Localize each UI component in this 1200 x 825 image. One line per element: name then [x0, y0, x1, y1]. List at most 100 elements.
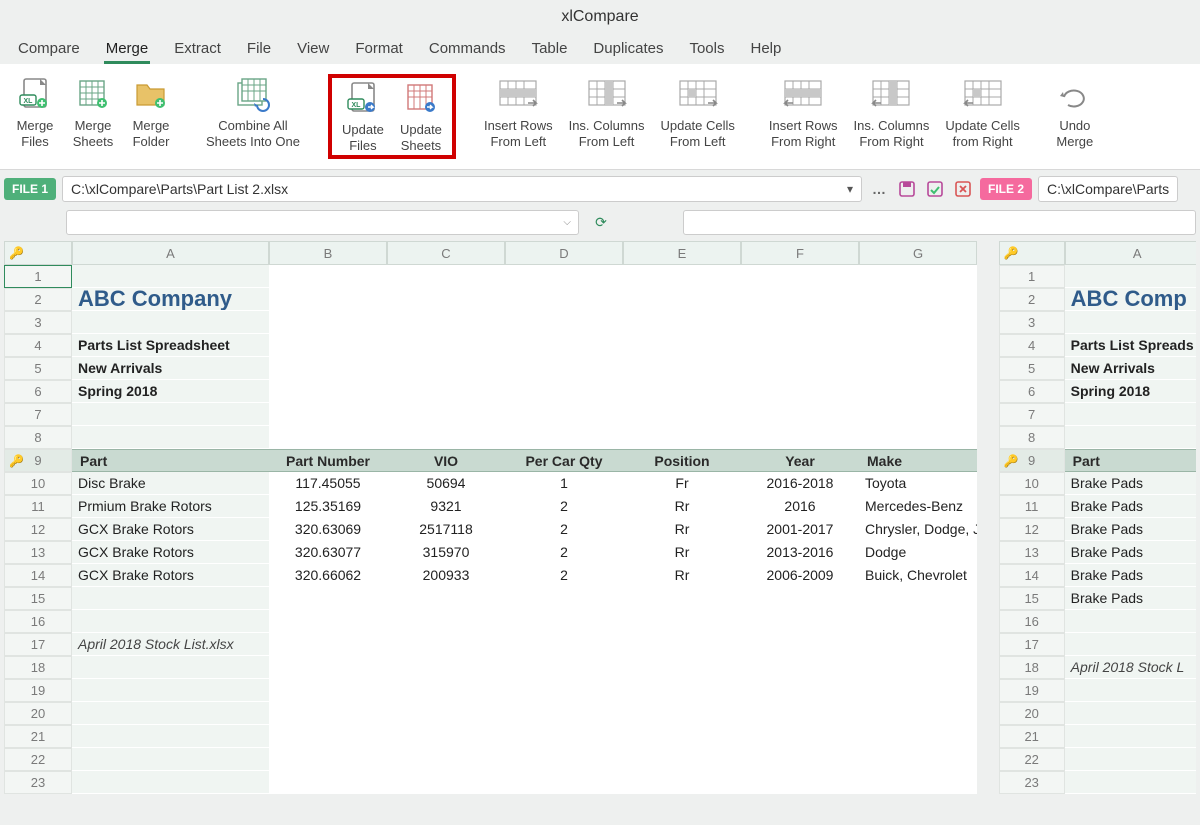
cell[interactable]: Buick, Chevrolet	[859, 564, 977, 587]
cell[interactable]: 2006-2009	[741, 564, 859, 587]
cell[interactable]	[859, 334, 977, 357]
cell[interactable]: Brake Pads	[1065, 587, 1196, 610]
cell[interactable]	[859, 748, 977, 771]
cell[interactable]	[741, 679, 859, 702]
cell[interactable]	[1065, 771, 1196, 794]
cell[interactable]	[859, 679, 977, 702]
row-header[interactable]: 16	[999, 610, 1065, 633]
cell[interactable]	[1065, 679, 1196, 702]
col-header[interactable]: B	[269, 241, 387, 265]
row-header[interactable]: 6	[4, 380, 72, 403]
cell[interactable]: 125.35169	[269, 495, 387, 518]
col-header[interactable]: E	[623, 241, 741, 265]
cell[interactable]	[505, 403, 623, 426]
row-header[interactable]: 4	[4, 334, 72, 357]
cell[interactable]	[269, 679, 387, 702]
cell[interactable]: 2	[505, 541, 623, 564]
ins-cols-left-button[interactable]: Ins. Columns From Left	[563, 74, 651, 151]
cell[interactable]	[623, 656, 741, 679]
cell[interactable]	[859, 610, 977, 633]
cell[interactable]	[623, 380, 741, 403]
cell[interactable]: 1	[505, 472, 623, 495]
cell[interactable]: 50694	[387, 472, 505, 495]
row-header[interactable]: 23	[4, 771, 72, 794]
cell[interactable]	[505, 426, 623, 449]
cell[interactable]: 117.45055	[269, 472, 387, 495]
file2-path[interactable]: C:\xlCompare\Parts	[1038, 176, 1178, 202]
ins-cols-right-button[interactable]: Ins. Columns From Right	[848, 74, 936, 151]
row-header[interactable]: 15	[999, 587, 1065, 610]
cell[interactable]: Brake Pads	[1065, 541, 1196, 564]
menu-view[interactable]: View	[295, 36, 331, 64]
cell[interactable]	[72, 748, 269, 771]
cell[interactable]	[623, 288, 741, 311]
cell[interactable]	[859, 702, 977, 725]
cell[interactable]: April 2018 Stock List.xlsx	[72, 633, 269, 656]
merge-folder-button[interactable]: Merge Folder	[124, 74, 178, 151]
menu-table[interactable]: Table	[530, 36, 570, 64]
cell[interactable]	[1065, 748, 1196, 771]
row-header[interactable]: 4	[999, 334, 1065, 357]
cell[interactable]: April 2018 Stock L	[1065, 656, 1196, 679]
cell[interactable]	[741, 357, 859, 380]
cell[interactable]: New Arrivals	[72, 357, 269, 380]
menu-compare[interactable]: Compare	[16, 36, 82, 64]
cell[interactable]	[741, 633, 859, 656]
undo-merge-button[interactable]: Undo Merge	[1048, 74, 1102, 151]
cell[interactable]	[387, 311, 505, 334]
cell[interactable]: Brake Pads	[1065, 564, 1196, 587]
cell[interactable]	[505, 656, 623, 679]
cell[interactable]	[505, 610, 623, 633]
cell[interactable]: Prmium Brake Rotors	[72, 495, 269, 518]
cell[interactable]	[72, 265, 269, 288]
row-header[interactable]: 18	[999, 656, 1065, 679]
cell[interactable]	[72, 311, 269, 334]
cell[interactable]	[505, 334, 623, 357]
row-header[interactable]: 11	[4, 495, 72, 518]
cell[interactable]	[269, 403, 387, 426]
cell[interactable]: Parts List Spreads	[1065, 334, 1196, 357]
row-header[interactable]: 7	[4, 403, 72, 426]
cell[interactable]	[859, 587, 977, 610]
col-header[interactable]: A	[72, 241, 269, 265]
cell[interactable]	[72, 587, 269, 610]
cell[interactable]	[505, 288, 623, 311]
row-header[interactable]: 13	[4, 541, 72, 564]
cell[interactable]	[859, 380, 977, 403]
cell[interactable]	[1065, 311, 1196, 334]
cell[interactable]	[1065, 702, 1196, 725]
cell[interactable]	[72, 656, 269, 679]
menu-merge[interactable]: Merge	[104, 36, 151, 64]
row-header[interactable]: 19	[4, 679, 72, 702]
cell[interactable]: Spring 2018	[1065, 380, 1196, 403]
col-header[interactable]: F	[741, 241, 859, 265]
cell[interactable]: Disc Brake	[72, 472, 269, 495]
corner-cell[interactable]: 🔑	[4, 241, 72, 265]
cell[interactable]	[859, 357, 977, 380]
cell[interactable]: Dodge	[859, 541, 977, 564]
cell[interactable]	[623, 334, 741, 357]
cell[interactable]	[387, 357, 505, 380]
cell[interactable]	[859, 725, 977, 748]
cell[interactable]	[1065, 265, 1196, 288]
cell[interactable]	[505, 725, 623, 748]
cell[interactable]: 200933	[387, 564, 505, 587]
cell[interactable]	[72, 679, 269, 702]
merge-files-button[interactable]: XL Merge Files	[8, 74, 62, 151]
cell[interactable]: VIO	[387, 449, 505, 472]
row-header[interactable]: 23	[999, 771, 1065, 794]
row-header[interactable]: 3	[999, 311, 1065, 334]
cell[interactable]	[72, 610, 269, 633]
row-header[interactable]: 6	[999, 380, 1065, 403]
cell[interactable]: Rr	[623, 518, 741, 541]
cell[interactable]	[387, 265, 505, 288]
row-header[interactable]: 20	[4, 702, 72, 725]
col-header[interactable]: C	[387, 241, 505, 265]
row-header[interactable]: 21	[4, 725, 72, 748]
cell[interactable]	[623, 587, 741, 610]
cell[interactable]: Rr	[623, 564, 741, 587]
cell[interactable]	[623, 679, 741, 702]
row-header[interactable]: 5	[4, 357, 72, 380]
update-files-button[interactable]: XL Update Files	[336, 78, 390, 155]
cell[interactable]	[72, 725, 269, 748]
